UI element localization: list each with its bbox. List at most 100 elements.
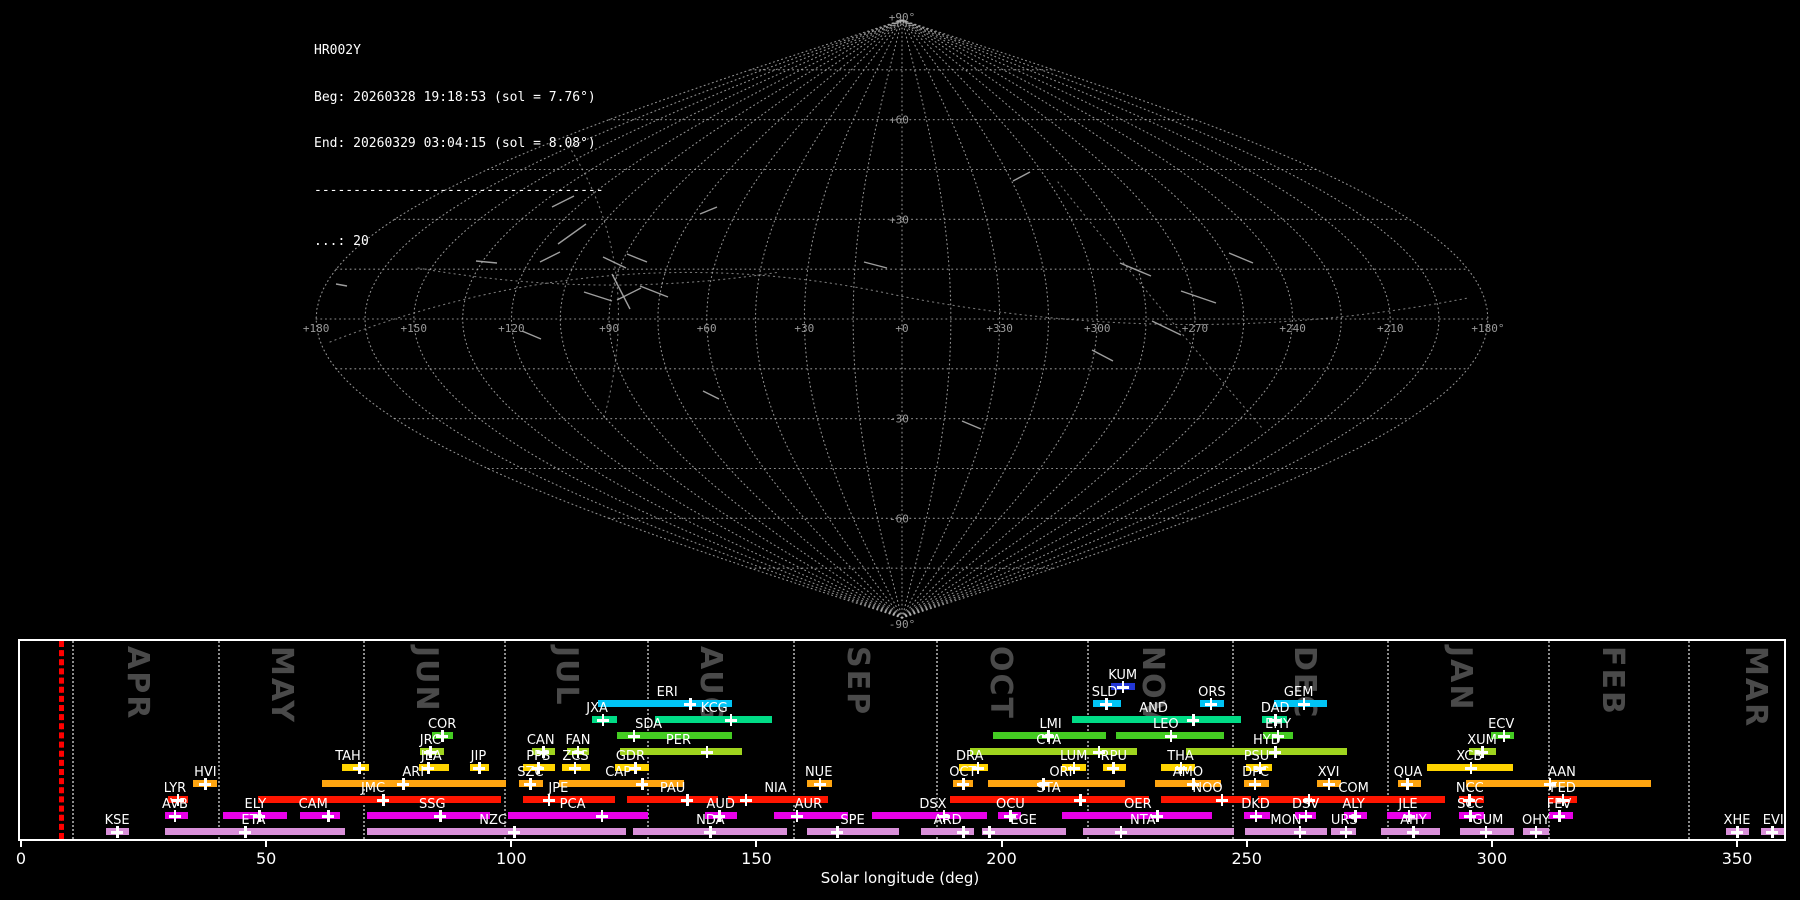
- shower-activity-chart: Solar longitude (deg) APRMAYJUNJULAUGSEP…: [0, 0, 1800, 900]
- axis-tick-300: [1491, 841, 1493, 847]
- month-boundary-JUN: [363, 641, 365, 839]
- x-axis-title: Solar longitude (deg): [0, 869, 1800, 887]
- month-boundary-MAR: [1688, 641, 1690, 839]
- shower-max-marker-GUM: [1480, 826, 1492, 838]
- shower-bar-KCG: [655, 716, 772, 723]
- shower-max-marker-URS: [1340, 826, 1352, 838]
- month-boundary-MAY: [218, 641, 220, 839]
- axis-tick-250: [1246, 841, 1248, 847]
- shower-bar-ETA: [165, 828, 345, 835]
- shower-max-marker-STA: [1074, 794, 1086, 806]
- shower-max-marker-JXA: [597, 714, 609, 726]
- shower-max-marker-TAH: [353, 762, 365, 774]
- shower-max-marker-SSG: [434, 810, 446, 822]
- shower-max-marker-PAU: [681, 794, 693, 806]
- axis-tick-label-150: 150: [726, 849, 786, 868]
- axis-tick-150: [755, 841, 757, 847]
- shower-max-marker-NDA: [704, 826, 716, 838]
- shower-max-marker-GEM: [1298, 698, 1310, 710]
- month-label-MAR: MAR: [1738, 646, 1773, 728]
- axis-tick-label-200: 200: [972, 849, 1032, 868]
- axis-tick-label-250: 250: [1217, 849, 1277, 868]
- shower-label-ETA: ETA: [229, 814, 277, 827]
- shower-max-marker-NUE: [814, 778, 826, 790]
- shower-bar-NTA: [1083, 828, 1234, 835]
- shower-max-marker-EGE: [983, 826, 995, 838]
- month-boundary-JUL: [504, 641, 506, 839]
- shower-max-marker-AVB: [169, 810, 181, 822]
- shower-max-marker-EVI: [1766, 826, 1778, 838]
- shower-label-DRA: DRA: [946, 750, 994, 763]
- shower-max-marker-JIP: [473, 762, 485, 774]
- axis-tick-200: [1001, 841, 1003, 847]
- shower-max-marker-KCG: [725, 714, 737, 726]
- month-label-JUL: JUL: [549, 646, 584, 707]
- shower-max-marker-SDA: [628, 730, 640, 742]
- shower-max-marker-ETA: [239, 826, 251, 838]
- shower-max-marker-SLD: [1100, 698, 1112, 710]
- shower-max-marker-NTA: [1115, 826, 1127, 838]
- shower-max-marker-ARI: [397, 778, 409, 790]
- shower-max-marker-SPE: [831, 826, 843, 838]
- month-label-FEB: FEB: [1595, 646, 1630, 716]
- shower-max-marker-NOO: [1216, 794, 1228, 806]
- shower-max-marker-ARD: [957, 826, 969, 838]
- shower-max-marker-CAM: [322, 810, 334, 822]
- axis-tick-0: [20, 841, 22, 847]
- shower-max-marker-CAP: [636, 778, 648, 790]
- shower-label-CTA: CTA: [1025, 734, 1073, 747]
- shower-max-marker-XHE: [1731, 826, 1743, 838]
- month-label-JUN: JUN: [409, 646, 444, 713]
- month-label-JAN: JAN: [1443, 646, 1478, 712]
- month-boundary-APR: [72, 641, 74, 839]
- shower-max-marker-DPC: [1249, 778, 1261, 790]
- shower-label-PCA: PCA: [549, 798, 597, 811]
- month-label-SEP: SEP: [840, 646, 875, 716]
- axis-tick-100: [510, 841, 512, 847]
- shower-max-marker-AUR: [791, 810, 803, 822]
- shower-label-AND: AND: [1130, 702, 1178, 715]
- shower-bar-SPE: [807, 828, 898, 835]
- axis-tick-label-300: 300: [1462, 849, 1522, 868]
- shower-max-marker-LEO: [1165, 730, 1177, 742]
- shower-max-marker-HVI: [199, 778, 211, 790]
- shower-bar-MON: [1245, 828, 1327, 835]
- shower-max-marker-JMC: [377, 794, 389, 806]
- shower-label-STA: STA: [1025, 782, 1073, 795]
- shower-label-EGE: EGE: [1000, 814, 1048, 827]
- shower-max-marker-OHY: [1530, 826, 1542, 838]
- shower-max-marker-NZC: [508, 826, 520, 838]
- shower-label-NIA: NIA: [752, 782, 800, 795]
- shower-max-marker-XCB: [1465, 762, 1477, 774]
- shower-label-SSG: SSG: [408, 798, 456, 811]
- shower-label-CAP: CAP: [594, 766, 642, 779]
- shower-max-marker-MON: [1294, 826, 1306, 838]
- shower-label-DSX: DSX: [909, 798, 957, 811]
- month-label-MAY: MAY: [264, 646, 299, 724]
- month-label-APR: APR: [120, 646, 155, 720]
- month-boundary-NOV: [1087, 641, 1089, 839]
- shower-max-marker-RPU: [1107, 762, 1119, 774]
- axis-tick-label-350: 350: [1707, 849, 1767, 868]
- axis-tick-50: [265, 841, 267, 847]
- shower-max-marker-DKD: [1250, 810, 1262, 822]
- shower-label-ARI: ARI: [389, 766, 437, 779]
- axis-tick-label-50: 50: [236, 849, 296, 868]
- shower-bar-NZC: [367, 828, 625, 835]
- shower-label-COM: COM: [1330, 782, 1378, 795]
- shower-max-marker-QUA: [1401, 778, 1413, 790]
- radiant-map-screen: +180+150+120+90+60+30+0+330+300+270+240+…: [0, 0, 1800, 900]
- current-sol-marker-end: [61, 641, 64, 839]
- shower-max-marker-ORS: [1205, 698, 1217, 710]
- shower-max-marker-AHY: [1407, 826, 1419, 838]
- shower-label-JPE: JPE: [534, 782, 582, 795]
- axis-tick-label-100: 100: [481, 849, 541, 868]
- shower-max-marker-PCA: [596, 810, 608, 822]
- shower-max-marker-PER: [701, 746, 713, 758]
- month-label-OCT: OCT: [983, 646, 1018, 720]
- shower-max-marker-KSE: [111, 826, 123, 838]
- shower-label-HYD: HYD: [1243, 734, 1291, 747]
- axis-tick-350: [1736, 841, 1738, 847]
- shower-bar-PCA: [508, 812, 647, 819]
- month-boundary-AUG: [647, 641, 649, 839]
